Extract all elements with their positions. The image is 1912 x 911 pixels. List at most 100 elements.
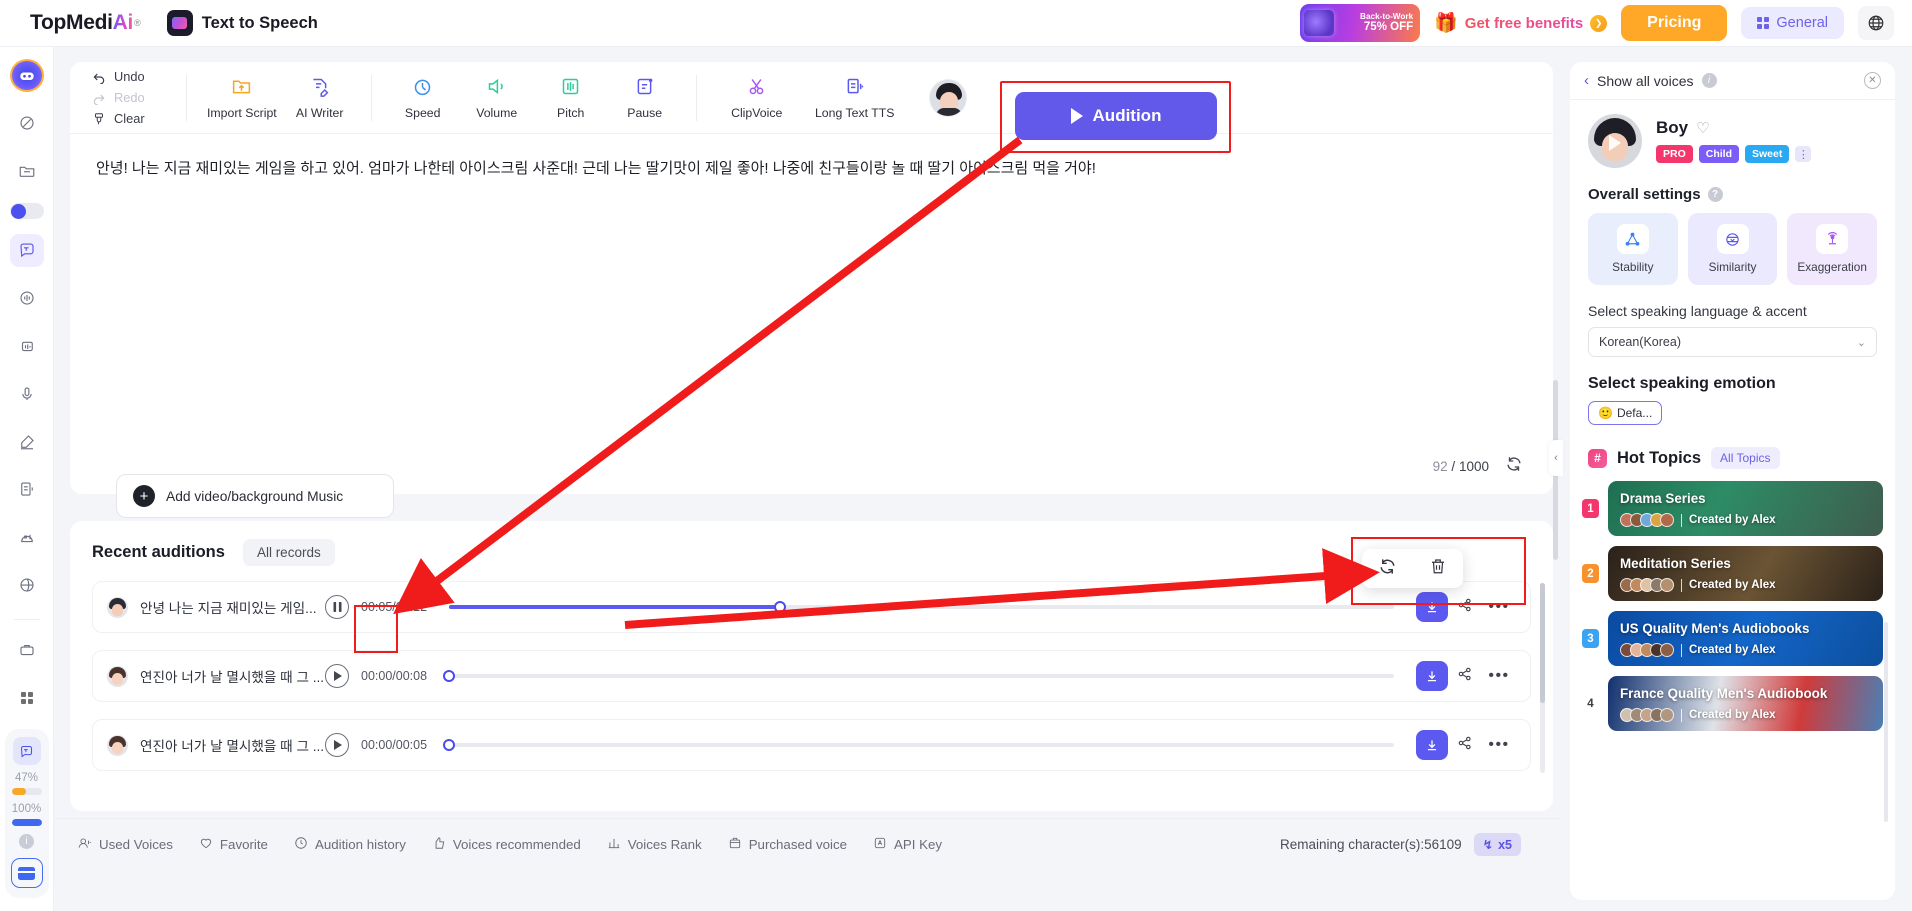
bottom-bar-item-audition-history[interactable]: Audition history <box>294 836 406 853</box>
sidebar-item-translate[interactable] <box>10 569 44 602</box>
language-select[interactable]: Korean(Korea) ⌄ <box>1588 327 1877 357</box>
back-chevron-icon[interactable]: ‹ <box>1584 72 1589 89</box>
reset-icon[interactable] <box>1505 455 1523 478</box>
pause-button[interactable] <box>325 595 349 619</box>
sidebar-item-voice-cloning[interactable] <box>10 330 44 363</box>
brand-logo[interactable]: TopMedi Ai ® <box>30 11 141 35</box>
emotion-chip[interactable]: 🙂 Defa... <box>1588 401 1663 425</box>
more-options-button[interactable]: ••• <box>1482 736 1516 754</box>
bottom-bar-item-purchased-voice[interactable]: Purchased voice <box>728 836 847 853</box>
play-button[interactable] <box>325 733 349 757</box>
sidebar-mode-toggle[interactable] <box>9 202 44 219</box>
import-script-button[interactable]: Import Script <box>201 76 283 120</box>
sidebar-item-ai-recorder[interactable] <box>10 425 44 458</box>
add-media-label: Add video/background Music <box>166 488 344 504</box>
show-all-voices-label[interactable]: Show all voices <box>1597 73 1694 89</box>
clipvoice-button[interactable]: ClipVoice <box>711 76 803 120</box>
sidebar-item-speech-to-text[interactable] <box>10 521 44 554</box>
table-row[interactable]: 안녕 나는 지금 재미있는 게임... 00:05/00:12 ••• <box>92 581 1531 633</box>
topic-card[interactable]: France Quality Men's Audiobook Created by… <box>1608 676 1883 731</box>
sidebar-item-long-text-tts[interactable] <box>10 473 44 506</box>
play-button[interactable] <box>325 664 349 688</box>
rank-bars-icon <box>607 836 621 853</box>
favorite-heart-icon[interactable]: ♡ <box>1696 119 1709 137</box>
clipvoice-label: ClipVoice <box>731 105 783 120</box>
close-icon[interactable]: ✕ <box>1864 72 1881 89</box>
bottom-bar-item-voices-recommended[interactable]: Voices recommended <box>432 836 581 853</box>
hashtag-icon: # <box>1588 448 1607 468</box>
topic-author: Created by Alex <box>1689 514 1776 526</box>
language-label: Select speaking language & accent <box>1588 303 1807 319</box>
all-records-button[interactable]: All records <box>242 539 335 566</box>
billing-card-button[interactable] <box>10 858 43 889</box>
list-item[interactable]: 2 Meditation Series Created by Alex <box>1582 546 1883 601</box>
ai-writer-button[interactable]: AI Writer <box>283 76 357 120</box>
audio-progress-slider[interactable] <box>443 738 1394 751</box>
topic-card[interactable]: US Quality Men's Audiobooks Created by Al… <box>1608 611 1883 666</box>
promo-banner[interactable]: Back-to-Work 75% OFF <box>1300 4 1421 42</box>
undo-button[interactable]: Undo <box>92 69 172 84</box>
speed-button[interactable]: Speed <box>386 76 460 120</box>
add-media-button[interactable]: + Add video/background Music <box>116 474 394 518</box>
setting-card-stability[interactable]: Stability <box>1588 213 1678 285</box>
download-button[interactable] <box>1416 730 1448 760</box>
download-button[interactable] <box>1416 592 1448 622</box>
table-row[interactable]: 연진아 너가 날 멸시했을 때 그 ... 00:00/00:08 ••• <box>92 650 1531 702</box>
share-button[interactable] <box>1448 735 1482 756</box>
language-globe-button[interactable] <box>1858 6 1894 40</box>
list-item[interactable]: 1 Drama Series Created by Alex <box>1582 481 1883 536</box>
topic-card[interactable]: Drama Series Created by Alex <box>1608 481 1883 536</box>
list-item[interactable]: 4 France Quality Men's Audiobook Created b… <box>1582 676 1883 731</box>
audio-progress-slider[interactable] <box>449 600 1394 613</box>
all-topics-button[interactable]: All Topics <box>1711 447 1780 469</box>
sidebar-home-icon[interactable] <box>9 59 44 92</box>
sidebar-item-text-to-speech[interactable] <box>9 233 44 267</box>
clear-button[interactable]: Clear <box>92 111 172 126</box>
sidebar-magic-wand-icon[interactable] <box>10 107 44 140</box>
volume-button[interactable]: Volume <box>460 76 534 120</box>
share-button[interactable] <box>1448 666 1482 687</box>
info-icon[interactable]: i <box>1701 73 1717 88</box>
topics-scrollbar[interactable] <box>1884 622 1888 822</box>
delete-icon[interactable] <box>1429 557 1447 580</box>
bottom-bar-item-voices-rank[interactable]: Voices Rank <box>607 836 702 853</box>
table-row[interactable]: 연진아 너가 날 멸시했을 때 그 ... 00:00/00:05 ••• <box>92 719 1531 771</box>
sidebar-item-workspace[interactable] <box>10 633 44 666</box>
multiplier-badge[interactable]: ↯ x5 <box>1473 833 1521 856</box>
bottom-bar-item-api-key[interactable]: API Key <box>873 836 942 853</box>
more-options-button[interactable]: ••• <box>1482 667 1516 685</box>
recent-list-scrollbar[interactable] <box>1540 583 1545 773</box>
setting-card-exaggeration[interactable]: Exaggeration <box>1787 213 1878 285</box>
voice-avatar[interactable] <box>1588 114 1642 168</box>
script-editor[interactable]: 안녕! 나는 지금 재미있는 게임을 하고 있어. 엄마가 나한테 아이스크림 … <box>70 134 1553 518</box>
sidebar-apps-icon[interactable] <box>10 681 44 714</box>
bottom-bar-item-used-voices[interactable]: Used Voices <box>78 836 173 853</box>
regenerate-icon[interactable] <box>1378 557 1397 581</box>
voice-more-icon[interactable]: ⋮ <box>1795 146 1812 162</box>
usage-info-icon[interactable]: i <box>19 834 34 850</box>
list-item[interactable]: 3 US Quality Men's Audiobooks Created by A… <box>1582 611 1883 666</box>
panel-collapse-handle[interactable]: ‹ <box>1549 440 1563 476</box>
selected-voice-avatar[interactable] <box>928 78 967 117</box>
sidebar-item-microphone[interactable] <box>10 377 44 410</box>
redo-button[interactable]: Redo <box>92 90 172 105</box>
get-free-benefits-button[interactable]: 🎁 Get free benefits ❯ <box>1434 11 1608 35</box>
sidebar-folder-icon[interactable] <box>10 155 44 188</box>
download-button[interactable] <box>1416 661 1448 691</box>
general-button[interactable]: General <box>1741 7 1844 39</box>
help-icon[interactable]: ? <box>1707 187 1723 202</box>
more-options-button[interactable]: ••• <box>1482 598 1516 616</box>
pricing-button[interactable]: Pricing <box>1621 5 1728 41</box>
topic-author: Created by Alex <box>1689 579 1776 591</box>
long-text-tts-button[interactable]: Long Text TTS <box>803 76 907 120</box>
bottom-bar-item-favorite[interactable]: Favorite <box>199 836 268 853</box>
pause-button[interactable]: Pause <box>608 76 682 120</box>
topic-card[interactable]: Meditation Series Created by Alex <box>1608 546 1883 601</box>
audition-button[interactable]: Audition <box>1015 92 1217 140</box>
setting-card-similarity[interactable]: Similarity <box>1687 213 1778 285</box>
pitch-button[interactable]: Pitch <box>534 76 608 120</box>
script-text[interactable]: 안녕! 나는 지금 재미있는 게임을 하고 있어. 엄마가 나한테 아이스크림 … <box>96 156 1527 182</box>
audio-progress-slider[interactable] <box>443 669 1394 682</box>
sidebar-item-voice-changer[interactable] <box>10 282 44 315</box>
share-button[interactable] <box>1448 597 1482 618</box>
